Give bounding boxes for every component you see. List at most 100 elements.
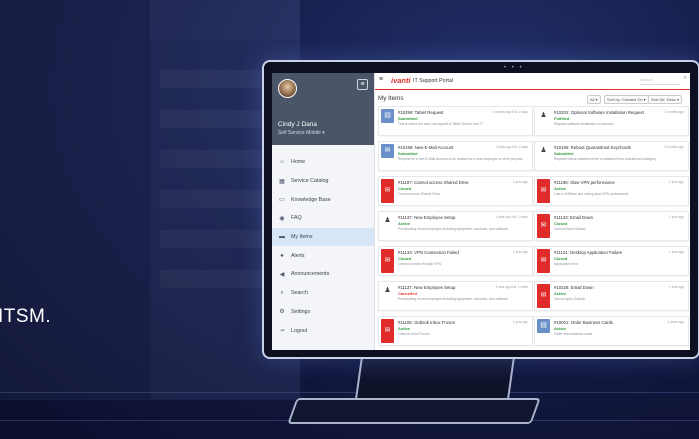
item-status: Closed [398, 186, 412, 191]
card-icon: ▤ [537, 319, 550, 333]
sidebar-item-logout[interactable]: ⊸ Logout [272, 321, 374, 340]
item-card[interactable]: ✉ #11131: Desktop Application Failure Clos… [534, 246, 689, 276]
user-name: Cindy J Dana [278, 121, 318, 128]
item-title: #11133: Email Down [554, 215, 594, 220]
logout-icon: ⊸ [279, 328, 285, 335]
search-icon[interactable]: ⌕ [684, 75, 687, 82]
item-title: #11137: New Employee Setup [398, 285, 456, 290]
item-description: Cannot connect through VPN [398, 262, 441, 266]
gear-icon: ⚙ [279, 309, 285, 316]
avatar[interactable] [278, 79, 297, 98]
sidebar-nav: ⌂ Home ▦ Service Catalog ▭ Knowledge Base ◉ FAQ… [272, 153, 374, 340]
item-card[interactable]: ▤ #10001: Order Business Cards Active Order… [534, 316, 689, 346]
mail-icon: ✉ [537, 249, 550, 273]
sidebar-item-alerts[interactable]: ♠ Alerts [272, 246, 374, 265]
item-description: Cannot access Shared Drive [398, 192, 440, 196]
item-title: #10196: Reboot Quarantined Keychords [554, 145, 631, 150]
item-description: Cannot open Outlook [554, 297, 586, 301]
item-title: #11137: New Employee Setup [398, 215, 456, 220]
item-card[interactable]: ✉ #11195: Slow VPN performance Active I am … [534, 176, 689, 206]
mail-icon: ✉ [537, 214, 550, 238]
item-card[interactable]: ✉ #11197: Cannot access Shared Drive Close… [378, 176, 533, 206]
brand-logo: ivanti [391, 76, 411, 85]
item-meta: 2 years ago [667, 320, 684, 324]
item-status: Closed [554, 221, 568, 226]
item-meta: 2 months ago [664, 110, 684, 114]
item-meta: 1 year ago [512, 320, 528, 324]
item-description: I am a VMWare and seeing slow VPN perfor… [554, 192, 629, 196]
monitor-stand-neck [354, 355, 516, 401]
item-status: Submitted [554, 151, 574, 156]
sidebar-item-label: Alerts [291, 252, 305, 259]
top-bar: ≡ ivanti IT Support Portal Search ⌕ [375, 73, 690, 90]
filter-dropdown[interactable]: All ▾ [587, 95, 601, 104]
item-description: This is where the user can request a Tab… [398, 122, 484, 126]
envelope-icon: ✉ [381, 144, 394, 158]
item-card[interactable]: ✉ #10199: New E-Mail Account Submitted Requ… [378, 141, 533, 171]
item-card[interactable]: ♟ #10202: Optional Software Installation … [534, 106, 689, 136]
sidebar-item-settings[interactable]: ⚙ Settings [272, 303, 374, 322]
sidebar-item-announcements[interactable]: ◀ Announcements [272, 265, 374, 284]
monitor-stand-base [287, 398, 541, 424]
item-card[interactable]: ♟ #10196: Reboot Quarantined Keychords Sub… [534, 141, 689, 171]
item-title: #10328: Email Down [554, 285, 594, 290]
person-icon: ♟ [537, 144, 550, 158]
item-description: Application Error [554, 262, 579, 266]
item-card[interactable]: ✉ #11133: Email Down Closed Cannot Open Out… [534, 211, 689, 241]
user-role-dropdown[interactable]: Self Service Mobile ▾ [278, 130, 325, 136]
item-card[interactable]: ✉ #11133: VPN Connection Failed Closed Cann… [378, 246, 533, 276]
portal-title: IT Support Portal [413, 77, 453, 84]
item-meta: 1 year ago [668, 180, 684, 184]
folder-icon: ▬ [279, 234, 285, 241]
tablet-icon: ▤ [381, 109, 394, 123]
item-meta: 2 months ago Est: 2 days [492, 110, 528, 114]
item-description: Request for a new E-Mail Account to be c… [398, 157, 523, 161]
mail-icon: ✉ [381, 319, 394, 343]
item-status: Active [398, 326, 411, 331]
person-icon: ♟ [537, 109, 550, 123]
mail-icon: ✉ [537, 284, 550, 308]
item-title: #11197: Cannot access Shared Drive [398, 180, 469, 185]
search-input[interactable]: Search [640, 77, 680, 85]
item-card[interactable]: ▤ #10298: Tablet Request Submitted This is … [378, 106, 533, 136]
person-icon: ♟ [381, 284, 394, 298]
hamburger-icon[interactable]: ≡ [379, 76, 383, 83]
sidebar-item-knowledge-base[interactable]: ▭ Knowledge Base [272, 190, 374, 209]
item-status: Submitted [398, 116, 418, 121]
item-meta: 1 year ago [512, 180, 528, 184]
sidebar-item-home[interactable]: ⌂ Home [272, 153, 374, 172]
sidebar-item-label: Search [291, 290, 308, 297]
catalog-icon: ▦ [279, 178, 285, 185]
sidebar-item-faq[interactable]: ◉ FAQ [272, 209, 374, 228]
sidebar-item-service-catalog[interactable]: ▦ Service Catalog [272, 172, 374, 191]
item-status: Fulfilled [554, 116, 570, 121]
item-status: Active [554, 186, 567, 191]
sort-by-dropdown[interactable]: Sort by: Created On ▾ [604, 95, 649, 104]
item-meta: 6 months ago [664, 145, 684, 149]
item-card[interactable]: ♟ #11137: New Employee Setup Cancelled Prov… [378, 281, 533, 311]
item-meta: 1 year ago Est: 1 week [495, 215, 528, 219]
item-description: Cannot Open Outlook [554, 227, 586, 231]
sidebar-item-search[interactable]: ⌕ Search [272, 284, 374, 303]
tagline: ITSM. [0, 306, 52, 327]
item-meta: 1 year ago [668, 285, 684, 289]
sort-dir-dropdown[interactable]: Sort Dir: Desc ▾ [648, 95, 683, 104]
camera-dots: • • • [504, 65, 524, 71]
megaphone-icon: ◀ [279, 271, 285, 278]
screen: ≡ Cindy J Dana Self Service Mobile ▾ ⌂ Ho… [272, 73, 690, 350]
item-title: #10001: Order Business Cards [554, 320, 613, 325]
item-description: Provisioning of new employee including e… [398, 227, 508, 231]
item-status: Submitted [398, 151, 418, 156]
item-meta: 1 year ago [668, 215, 684, 219]
item-card[interactable]: ✉ #11106: Outlook Inbox Frozen Active Outlo… [378, 316, 533, 346]
sidebar-item-my-items[interactable]: ▬ My Items [272, 227, 374, 247]
menu-toggle-button[interactable]: ≡ [357, 79, 368, 90]
item-card[interactable]: ✉ #10328: Email Down Active Cannot open Out… [534, 281, 689, 311]
item-title: #11195: Slow VPN performance [554, 180, 615, 185]
sidebar-item-label: Announcements [291, 271, 330, 278]
monitor: • • • ≡ Cindy J Dana Self Service Mobile… [262, 60, 699, 359]
item-status: Closed [554, 256, 568, 261]
sidebar-item-label: Home [291, 159, 306, 166]
item-card[interactable]: ♟ #11137: New Employee Setup Active Provisi… [378, 211, 533, 241]
item-meta: 2 days ago Est: 2 days [495, 145, 528, 149]
